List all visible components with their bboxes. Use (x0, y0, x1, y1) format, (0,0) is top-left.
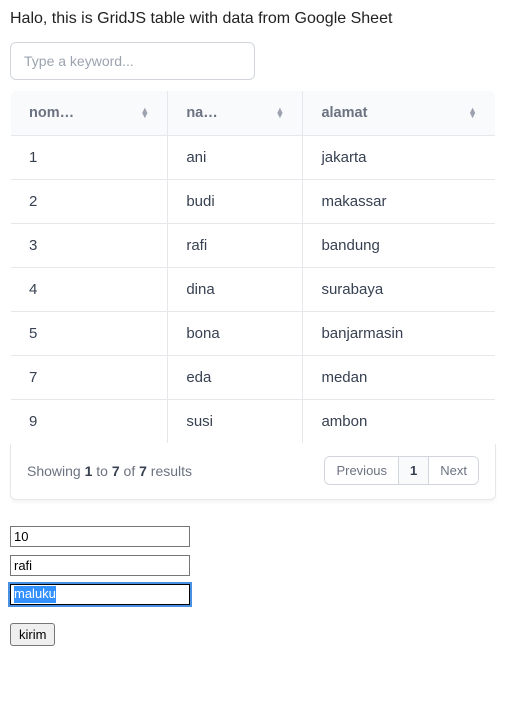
sort-icon[interactable]: ▲▼ (276, 108, 285, 118)
cell-alamat: bandung (303, 224, 496, 268)
table-row: 1anijakarta (11, 136, 496, 180)
column-header-alamat[interactable]: alamat ▲▼ (303, 91, 496, 136)
cell-alamat: ambon (303, 400, 496, 444)
page-title: Halo, this is GridJS table with data fro… (10, 10, 496, 28)
table-row: 3rafibandung (11, 224, 496, 268)
cell-nama: budi (168, 180, 303, 224)
table-row: 9susiambon (11, 400, 496, 444)
input-form: maluku kirim (10, 526, 496, 646)
column-label: alamat (321, 105, 367, 121)
column-header-nomor[interactable]: nom… ▲▼ (11, 91, 168, 136)
cell-nama: susi (168, 400, 303, 444)
cell-alamat: surabaya (303, 268, 496, 312)
cell-alamat: banjarmasin (303, 312, 496, 356)
cell-nama: rafi (168, 224, 303, 268)
prev-button[interactable]: Previous (325, 457, 399, 484)
cell-nama: dina (168, 268, 303, 312)
cell-nomor: 7 (11, 356, 168, 400)
table-row: 7edamedan (11, 356, 496, 400)
page-1-button[interactable]: 1 (399, 457, 429, 484)
table-row: 5bonabanjarmasin (11, 312, 496, 356)
alamat-field[interactable]: maluku (10, 584, 190, 605)
cell-alamat: medan (303, 356, 496, 400)
submit-button[interactable]: kirim (10, 623, 55, 646)
search-container (10, 42, 496, 90)
next-button[interactable]: Next (429, 457, 478, 484)
data-table: nom… ▲▼ na… ▲▼ alamat ▲▼ 1anijakarta2bud… (10, 90, 496, 444)
cell-nomor: 4 (11, 268, 168, 312)
search-input[interactable] (10, 42, 255, 80)
column-label: nom… (29, 105, 74, 121)
nama-field[interactable] (10, 555, 190, 576)
column-label: na… (186, 105, 217, 121)
cell-alamat: makassar (303, 180, 496, 224)
sort-icon[interactable]: ▲▼ (468, 108, 477, 118)
sort-icon[interactable]: ▲▼ (140, 108, 149, 118)
cell-nomor: 5 (11, 312, 168, 356)
pagination: Previous 1 Next (324, 456, 479, 485)
column-header-nama[interactable]: na… ▲▼ (168, 91, 303, 136)
cell-nomor: 9 (11, 400, 168, 444)
cell-nomor: 2 (11, 180, 168, 224)
cell-nama: bona (168, 312, 303, 356)
cell-nama: ani (168, 136, 303, 180)
cell-nomor: 3 (11, 224, 168, 268)
table-row: 4dinasurabaya (11, 268, 496, 312)
cell-alamat: jakarta (303, 136, 496, 180)
nomor-field[interactable] (10, 526, 190, 547)
table-footer: Showing 1 to 7 of 7 results Previous 1 N… (10, 444, 496, 500)
table-row: 2budimakassar (11, 180, 496, 224)
summary-text: Showing 1 to 7 of 7 results (27, 463, 192, 479)
cell-nama: eda (168, 356, 303, 400)
cell-nomor: 1 (11, 136, 168, 180)
